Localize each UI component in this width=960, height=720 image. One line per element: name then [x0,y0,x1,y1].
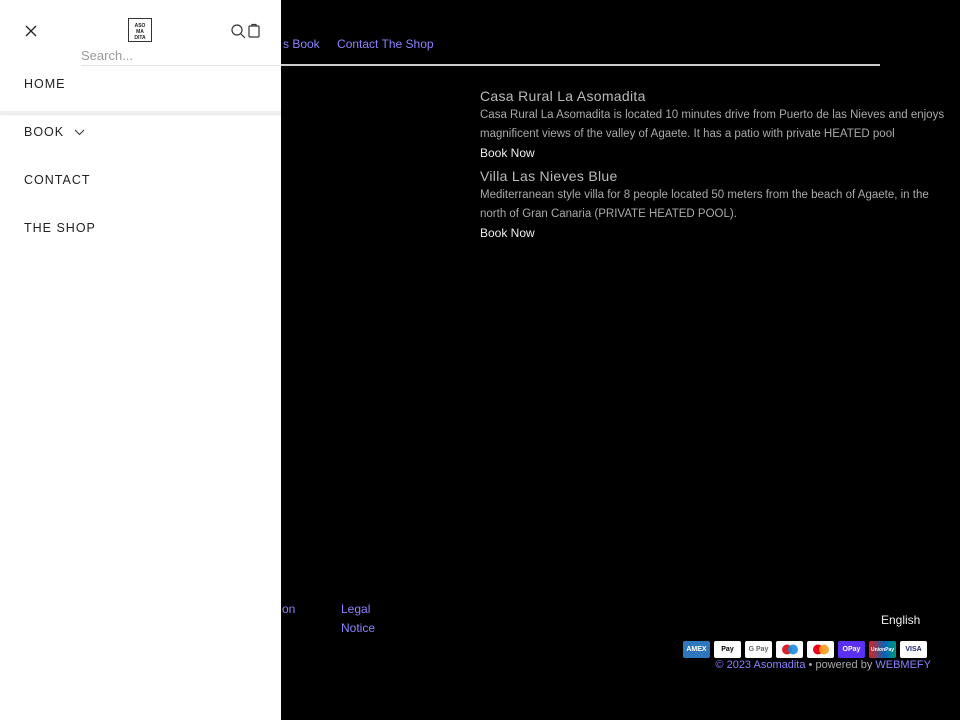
book-now-link[interactable]: Book Now [480,226,955,240]
legal-line-2: Notice [341,621,376,635]
nav-contact-shop-link[interactable]: Contact The Shop [337,37,434,51]
property-card: Casa Rural La Asomadita Casa Rural La As… [480,88,955,160]
property-title: Casa Rural La Asomadita [480,88,646,104]
apple-pay-icon: Pay [714,641,741,658]
cart-icon[interactable] [248,23,260,38]
language-selector[interactable]: English [881,613,920,627]
chevron-down-icon [74,129,84,136]
menu-item-the-shop[interactable]: THE SHOP [24,221,96,235]
property-card: Villa Las Nieves Blue Mediterranean styl… [480,168,955,240]
logo[interactable]: ASO MA DITA [128,18,152,42]
copyright: © 2023 Asomadita • powered by WEBMEFY [715,659,931,671]
copyright-text: © 2023 Asomadita [715,659,806,671]
property-description: Casa Rural La Asomadita is located 10 mi… [480,109,945,140]
google-pay-icon: G Pay [745,641,772,658]
maestro-icon [776,641,803,658]
menu-item-label: BOOK [24,125,65,139]
menu-item-book[interactable]: BOOK [24,125,85,139]
footer-link[interactable]: on [282,600,295,619]
book-now-link[interactable]: Book Now [480,146,955,160]
close-icon[interactable] [24,24,38,38]
menu-item-contact[interactable]: CONTACT [24,173,91,187]
search-input[interactable] [81,45,281,66]
nav-book-link[interactable]: s Book [283,37,320,51]
webmefy-link[interactable]: WEBMEFY [875,659,931,671]
header-divider [281,64,880,66]
menu-item-home[interactable]: HOME [24,77,66,91]
visa-icon: VISA [900,641,927,658]
shop-pay-icon: OPay [838,641,865,658]
menu-divider [0,111,281,114]
property-title: Villa Las Nieves Blue [480,168,618,184]
legal-line-1: Legal [341,602,371,616]
amex-icon: AMEX [683,641,710,658]
unionpay-icon: UnionPay [869,641,896,658]
payment-icons: AMEX Pay G Pay OPay UnionPay VISA [683,641,927,658]
mastercard-icon [807,641,834,658]
search-icon[interactable] [231,24,246,39]
property-description: Mediterranean style villa for 8 people l… [480,189,929,220]
legal-notice-link[interactable]: Legal Notice [341,600,375,638]
menu-drawer: ASOMADITA HOME BOOK CONTACT THE SHOP [0,0,281,720]
powered-by-text: • powered by [805,659,876,671]
top-nav: s Book Contact The Shop [283,37,434,51]
